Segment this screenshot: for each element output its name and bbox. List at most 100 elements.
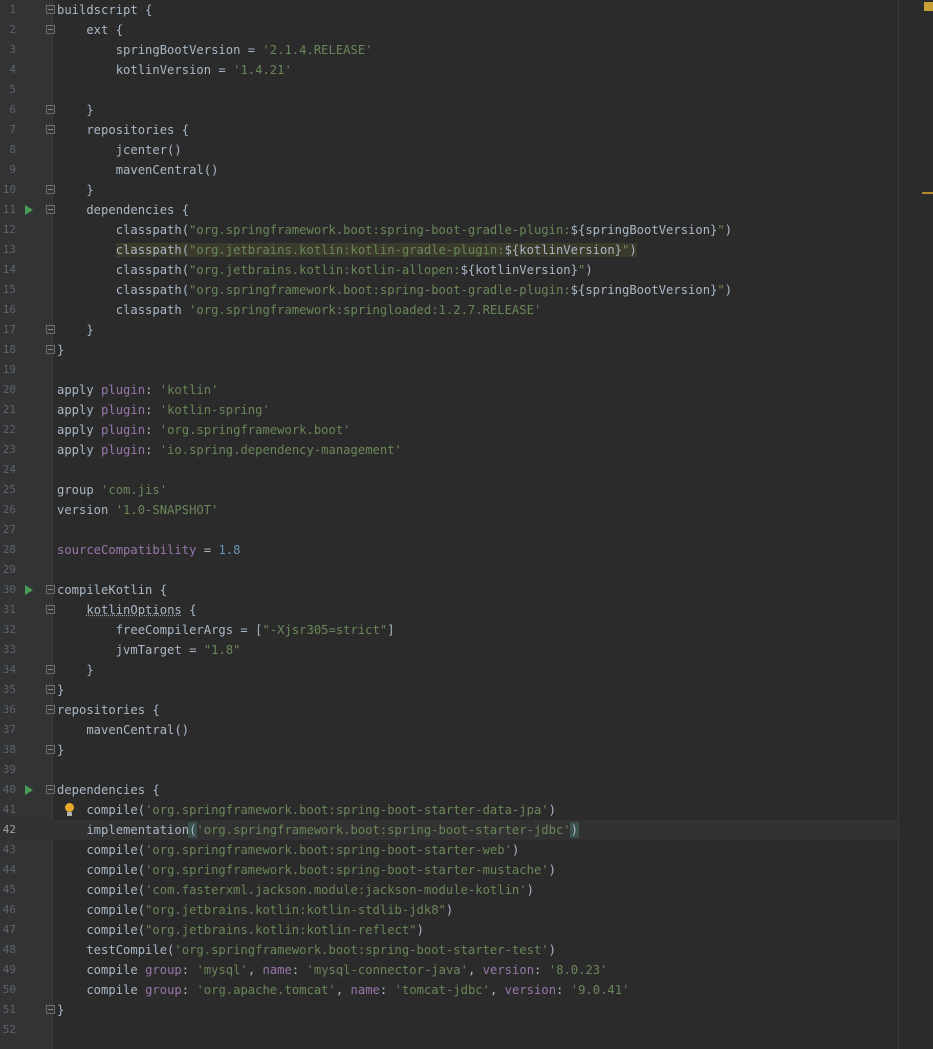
code-text[interactable]: classpath("org.jetbrains.kotlin:kotlin-g… [57,240,637,260]
code-line[interactable]: 16 classpath 'org.springframework:spring… [0,300,900,320]
code-line[interactable]: 10 } [0,180,900,200]
code-line[interactable]: 13 classpath("org.jetbrains.kotlin:kotli… [0,240,900,260]
fold-marker-icon[interactable] [46,205,55,214]
code-line[interactable]: 17 } [0,320,900,340]
code-line[interactable]: 40 dependencies { [0,780,900,800]
code-text[interactable]: compile group: 'org.apache.tomcat', name… [57,980,629,1000]
code-line[interactable]: 21 apply plugin: 'kotlin-spring' [0,400,900,420]
code-line[interactable]: 5 [0,80,900,100]
code-line[interactable]: 29 [0,560,900,580]
code-line[interactable]: 28 sourceCompatibility = 1.8 [0,540,900,560]
code-line[interactable]: 9 mavenCentral() [0,160,900,180]
code-text[interactable]: compile group: 'mysql', name: 'mysql-con… [57,960,607,980]
fold-marker-icon[interactable] [46,1005,55,1014]
code-text[interactable]: kotlinVersion = '1.4.21' [57,60,292,80]
code-text[interactable]: classpath("org.springframework.boot:spri… [57,280,732,300]
code-line[interactable]: 32 freeCompilerArgs = ["-Xjsr305=strict"… [0,620,900,640]
code-line[interactable]: 22 apply plugin: 'org.springframework.boo… [0,420,900,440]
code-line[interactable]: 33 jvmTarget = "1.8" [0,640,900,660]
code-line[interactable]: 12 classpath("org.springframework.boot:s… [0,220,900,240]
code-text[interactable]: } [57,660,93,680]
code-line[interactable]: 20 apply plugin: 'kotlin' [0,380,900,400]
code-line[interactable]: 48 testCompile('org.springframework.boot… [0,940,900,960]
fold-marker-icon[interactable] [46,325,55,334]
code-line[interactable]: 42 implementation('org.springframework.b… [0,820,900,840]
fold-marker-icon[interactable] [46,585,55,594]
code-line[interactable]: 14 classpath("org.jetbrains.kotlin:kotli… [0,260,900,280]
code-text[interactable]: classpath("org.springframework.boot:spri… [57,220,732,240]
inspection-status-icon[interactable] [924,2,933,11]
code-text[interactable]: dependencies { [57,200,189,220]
code-line[interactable]: 43 compile('org.springframework.boot:spr… [0,840,900,860]
code-line[interactable]: 11 dependencies { [0,200,900,220]
code-text[interactable]: } [57,180,93,200]
code-line[interactable]: 30 compileKotlin { [0,580,900,600]
code-text[interactable]: compile("org.jetbrains.kotlin:kotlin-std… [57,900,453,920]
editor-scrollbar[interactable] [920,0,933,1049]
code-text[interactable]: } [57,340,64,360]
code-line[interactable]: 44 compile('org.springframework.boot:spr… [0,860,900,880]
code-text[interactable]: } [57,1000,64,1020]
code-line[interactable]: 6 } [0,100,900,120]
code-line[interactable]: 18} [0,340,900,360]
code-text[interactable]: repositories { [57,120,189,140]
code-line[interactable]: 35} [0,680,900,700]
fold-marker-icon[interactable] [46,605,55,614]
code-text[interactable]: testCompile('org.springframework.boot:sp… [57,940,556,960]
fold-marker-icon[interactable] [46,705,55,714]
code-line[interactable]: 52 [0,1020,900,1040]
code-text[interactable]: } [57,100,93,120]
run-gutter-icon[interactable] [25,785,33,795]
code-text[interactable]: sourceCompatibility = 1.8 [57,540,240,560]
code-line[interactable]: 27 [0,520,900,540]
code-line[interactable]: 47 compile("org.jetbrains.kotlin:kotlin-… [0,920,900,940]
code-text[interactable]: classpath("org.jetbrains.kotlin:kotlin-a… [57,260,593,280]
code-text[interactable]: ext { [57,20,123,40]
code-text[interactable]: mavenCentral() [57,720,189,740]
code-text[interactable]: apply plugin: 'org.springframework.boot' [57,420,351,440]
code-text[interactable]: compile('org.springframework.boot:spring… [57,840,519,860]
error-stripe-marker[interactable] [922,192,933,194]
code-line[interactable]: 4 kotlinVersion = '1.4.21' [0,60,900,80]
code-line[interactable]: 25 group 'com.jis' [0,480,900,500]
code-text[interactable]: apply plugin: 'kotlin-spring' [57,400,270,420]
code-text[interactable]: compile("org.jetbrains.kotlin:kotlin-ref… [57,920,424,940]
fold-marker-icon[interactable] [46,345,55,354]
code-line[interactable]: 50 compile group: 'org.apache.tomcat', n… [0,980,900,1000]
code-line[interactable]: 37 mavenCentral() [0,720,900,740]
code-line[interactable]: 39 [0,760,900,780]
code-text[interactable]: compileKotlin { [57,580,167,600]
code-line[interactable]: 45 compile('com.fasterxml.jackson.module… [0,880,900,900]
code-line[interactable]: 19 [0,360,900,380]
code-text[interactable]: kotlinOptions { [57,600,196,620]
code-text[interactable]: apply plugin: 'kotlin' [57,380,218,400]
fold-marker-icon[interactable] [46,125,55,134]
run-gutter-icon[interactable] [25,205,33,215]
code-text[interactable]: freeCompilerArgs = ["-Xjsr305=strict"] [57,620,395,640]
fold-marker-icon[interactable] [46,665,55,674]
fold-marker-icon[interactable] [46,25,55,34]
code-text[interactable]: buildscript { [57,0,152,20]
code-text[interactable]: compile('com.fasterxml.jackson.module:ja… [57,880,534,900]
code-text[interactable]: } [57,740,64,760]
fold-marker-icon[interactable] [46,685,55,694]
code-text[interactable]: jvmTarget = "1.8" [57,640,241,660]
code-line[interactable]: 34 } [0,660,900,680]
code-line[interactable]: 3 springBootVersion = '2.1.4.RELEASE' [0,40,900,60]
fold-marker-icon[interactable] [46,185,55,194]
fold-marker-icon[interactable] [46,5,55,14]
code-line[interactable]: 36 repositories { [0,700,900,720]
code-line[interactable]: 51} [0,1000,900,1020]
code-text[interactable]: springBootVersion = '2.1.4.RELEASE' [57,40,373,60]
code-line[interactable]: 1 buildscript { [0,0,900,20]
run-gutter-icon[interactable] [25,585,33,595]
code-text[interactable]: compile('org.springframework.boot:spring… [57,860,556,880]
code-line[interactable]: 23 apply plugin: 'io.spring.dependency-ma… [0,440,900,460]
fold-marker-icon[interactable] [46,105,55,114]
code-line[interactable]: 24 [0,460,900,480]
code-text[interactable]: version '1.0-SNAPSHOT' [57,500,218,520]
code-text[interactable]: jcenter() [57,140,182,160]
code-text[interactable]: apply plugin: 'io.spring.dependency-mana… [57,440,402,460]
code-line[interactable]: 31 kotlinOptions { [0,600,900,620]
code-text[interactable]: implementation('org.springframework.boot… [57,820,580,840]
